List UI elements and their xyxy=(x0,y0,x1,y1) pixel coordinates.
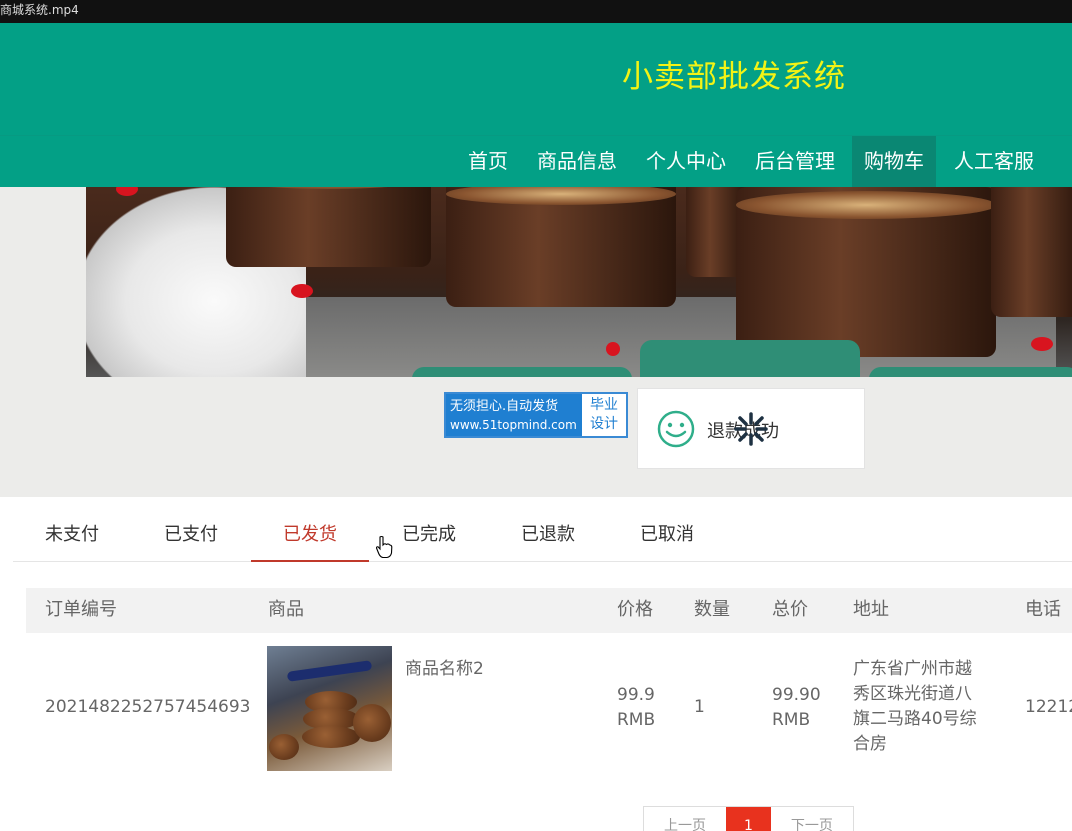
site-title: 小卖部批发系统 xyxy=(622,59,846,95)
total-value: 99.90 xyxy=(772,685,821,705)
quantity: 1 xyxy=(694,697,705,717)
price-unit: RMB xyxy=(617,710,656,730)
nav-service[interactable]: 人工客服 xyxy=(944,136,1044,187)
banner-image xyxy=(86,187,1072,377)
main-nav: 首页 商品信息 个人中心 后台管理 购物车 人工客服 xyxy=(0,135,1072,187)
product-name[interactable]: 商品名称2 xyxy=(405,657,484,682)
table-row: 2021482252757454693 商品名称2 99.9 RMB 1 99.… xyxy=(26,633,1072,783)
promo-url: www.51topmind.com xyxy=(450,418,577,432)
product-image[interactable] xyxy=(267,646,392,771)
address-line: 广东省广州市越 xyxy=(853,659,972,679)
total: 99.90 RMB xyxy=(772,683,821,733)
tab-unpaid[interactable]: 未支付 xyxy=(13,513,131,562)
smile-icon xyxy=(657,410,695,448)
address-line: 秀区珠光街道八 xyxy=(853,684,972,704)
address: 广东省广州市越 秀区珠光街道八 旗二马路40号综 合房 xyxy=(853,657,977,757)
tab-shipped[interactable]: 已发货 xyxy=(251,513,369,562)
order-status-tabs: 未支付 已支付 已发货 已完成 已退款 已取消 xyxy=(13,513,1072,562)
prev-page-button[interactable]: 上一页 xyxy=(644,807,726,831)
promo-badge[interactable]: 无须担心.自动发货 www.51topmind.com 毕业 设计 xyxy=(444,392,628,438)
loading-spinner-icon xyxy=(734,412,768,446)
th-price: 价格 xyxy=(617,599,653,620)
nav-profile[interactable]: 个人中心 xyxy=(636,136,736,187)
tab-refunded[interactable]: 已退款 xyxy=(489,513,607,562)
phone: 12212 xyxy=(1025,697,1072,717)
promo-right-top: 毕业 xyxy=(590,397,618,413)
nav-admin[interactable]: 后台管理 xyxy=(745,136,845,187)
total-unit: RMB xyxy=(772,710,811,730)
window-title-bar: 商城系统.mp4 xyxy=(0,0,1072,23)
th-quantity: 数量 xyxy=(694,599,730,620)
th-product: 商品 xyxy=(268,599,304,620)
nav-products[interactable]: 商品信息 xyxy=(527,136,627,187)
hand-cursor-icon xyxy=(375,535,393,559)
th-phone: 电话 xyxy=(1025,599,1061,620)
price-value: 99.9 xyxy=(617,685,655,705)
banner xyxy=(0,187,1072,497)
nav-home[interactable]: 首页 xyxy=(458,136,518,187)
page-1-button[interactable]: 1 xyxy=(726,807,771,831)
order-no: 2021482252757454693 xyxy=(45,697,251,717)
site-header: 小卖部批发系统 xyxy=(0,23,1072,135)
address-line: 旗二马路40号综 xyxy=(853,709,977,729)
nav-cart[interactable]: 购物车 xyxy=(852,136,936,187)
next-page-button[interactable]: 下一页 xyxy=(771,807,853,831)
window-title: 商城系统.mp4 xyxy=(0,3,79,17)
address-line: 合房 xyxy=(853,734,887,754)
toast-message: 退款成功 xyxy=(637,388,865,469)
promo-right-bottom: 设计 xyxy=(590,416,618,432)
tab-paid[interactable]: 已支付 xyxy=(132,513,250,562)
promo-line1: 无须担心.自动发货 xyxy=(450,399,559,414)
pagination: 上一页 1 下一页 xyxy=(643,806,854,831)
th-address: 地址 xyxy=(853,599,889,620)
price: 99.9 RMB xyxy=(617,683,655,733)
order-table-header: 订单编号 商品 价格 数量 总价 地址 电话 xyxy=(26,588,1072,633)
tab-cancelled[interactable]: 已取消 xyxy=(608,513,726,562)
th-order-no: 订单编号 xyxy=(45,599,117,620)
th-total: 总价 xyxy=(772,599,808,620)
